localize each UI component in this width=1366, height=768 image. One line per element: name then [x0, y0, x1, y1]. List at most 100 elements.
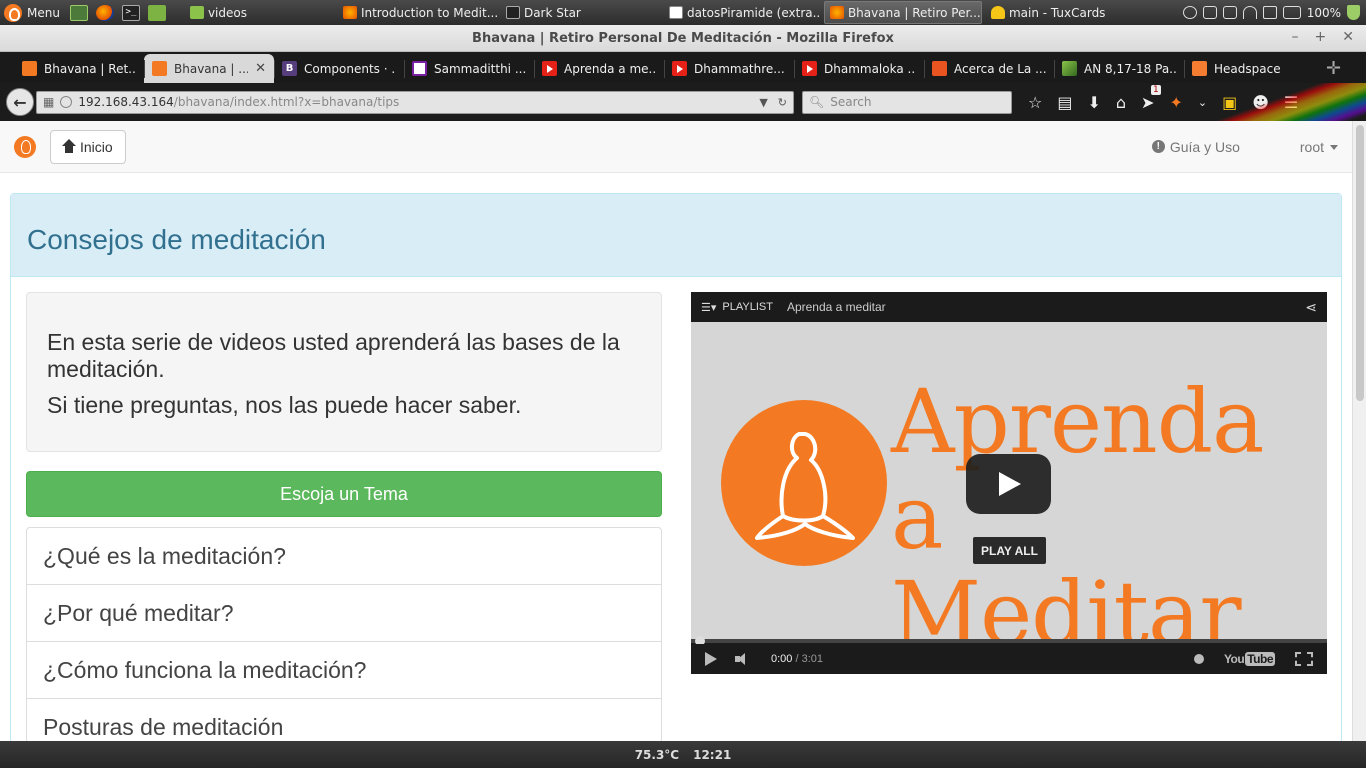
- volume-control-icon[interactable]: [735, 653, 753, 665]
- exclamation-icon: !: [1151, 140, 1165, 153]
- browser-tab-strip: Bhavana | Ret... Bhavana | ... ✕ B Compo…: [0, 52, 1366, 83]
- home-button-label: Inicio: [80, 138, 113, 155]
- reload-icon[interactable]: ↻: [778, 96, 787, 109]
- tab-bootstrap-components[interactable]: B Components · ...: [274, 54, 404, 83]
- extension-menu-icon[interactable]: ⌄: [1198, 96, 1207, 109]
- emoji-icon[interactable]: ☻: [1252, 93, 1269, 112]
- window-titlebar: Bhavana | Retiro Personal De Meditación …: [0, 25, 1366, 52]
- scrollbar-thumb[interactable]: [1356, 125, 1364, 401]
- bhavana-logo-icon[interactable]: [14, 135, 36, 158]
- task-datos-piramide[interactable]: datosPiramide (extra...: [663, 1, 821, 24]
- reading-list-icon[interactable]: ▤: [1057, 93, 1072, 112]
- youtube-favicon-icon: [672, 61, 687, 76]
- video-thumbnail[interactable]: Aprenda a Meditar PLAY ALL: [691, 322, 1327, 639]
- topic-item-como-funciona[interactable]: ¿Cómo funciona la meditación?: [27, 642, 661, 699]
- tab-bhavana-1[interactable]: Bhavana | Ret...: [14, 54, 144, 83]
- tab-label: AN 8,17-18 Pa...: [1084, 61, 1176, 76]
- home-icon[interactable]: ⌂: [1116, 93, 1126, 112]
- play-all-button[interactable]: PLAY ALL: [973, 537, 1046, 564]
- video-time: 0:00 / 3:01: [771, 653, 823, 665]
- back-button[interactable]: ←: [6, 88, 34, 116]
- youtube-embed[interactable]: ☰▾ PLAYLIST Aprenda a meditar ⋖ Aprenda …: [691, 292, 1327, 674]
- notification-badge: 1: [1151, 84, 1161, 95]
- tab-dhammaloka[interactable]: Dhammaloka ...: [794, 54, 924, 83]
- tab-sammaditthi[interactable]: Sammaditthi ...: [404, 54, 534, 83]
- close-tab-icon[interactable]: ✕: [255, 61, 266, 76]
- site-identity-icon[interactable]: ▦: [43, 95, 54, 109]
- tab-dhammathre[interactable]: Dhammathre...: [664, 54, 794, 83]
- video-progress-bar[interactable]: [691, 636, 1327, 646]
- task-dark-star[interactable]: Dark Star: [500, 1, 660, 24]
- intro-text-2: Si tiene preguntas, nos las puede hacer …: [47, 392, 522, 418]
- tab-aprenda-meditar[interactable]: Aprenda a me...: [534, 54, 664, 83]
- file-manager-launcher-icon[interactable]: [147, 4, 166, 21]
- thumbnail-line-1: Aprenda a: [891, 370, 1265, 569]
- tab-bhavana-active[interactable]: Bhavana | ... ✕: [144, 54, 274, 83]
- control-play-icon[interactable]: [705, 652, 717, 666]
- panel-heading: Consejos de meditación: [11, 194, 1341, 277]
- window-title: Bhavana | Retiro Personal De Meditación …: [472, 30, 894, 46]
- caret-down-icon: [1330, 145, 1338, 151]
- search-input[interactable]: 🔍︎ Search: [802, 90, 1012, 114]
- clock[interactable]: 12:21: [693, 748, 731, 762]
- user-dropdown[interactable]: root: [1300, 139, 1338, 155]
- task-bhavana-firefox[interactable]: Bhavana | Retiro Per...: [823, 1, 982, 24]
- tab-acerca-de[interactable]: Acerca de La ...: [924, 54, 1054, 83]
- terminal-launcher-icon[interactable]: >_: [121, 4, 140, 21]
- task-videos[interactable]: videos: [184, 1, 334, 24]
- extension-icon[interactable]: ✦: [1169, 93, 1182, 112]
- play-button[interactable]: [966, 454, 1051, 514]
- system-monitor-icon[interactable]: [69, 4, 88, 21]
- clipboard-icon[interactable]: [1202, 6, 1217, 19]
- url-dropdown-icon[interactable]: ▼: [759, 96, 767, 109]
- page-scrollbar[interactable]: [1352, 121, 1366, 741]
- firefox-launcher-icon[interactable]: [95, 4, 114, 21]
- url-bar[interactable]: ▦ 192.168.43.164/bhavana/index.html?x=bh…: [36, 90, 794, 114]
- terminal-icon: [505, 6, 520, 19]
- playlist-button[interactable]: ☰▾ PLAYLIST: [701, 301, 773, 314]
- task-label: main - TuxCards: [1008, 5, 1106, 20]
- new-tab-icon[interactable]: ✛: [1326, 58, 1341, 83]
- maximize-icon[interactable]: +: [1315, 29, 1327, 45]
- volume-icon[interactable]: [1262, 6, 1277, 19]
- update-icon[interactable]: [1222, 6, 1237, 19]
- tab-label: Dhammathre...: [694, 61, 785, 76]
- tab-label: Sammaditthi ...: [434, 61, 526, 76]
- topic-item-que-es[interactable]: ¿Qué es la meditación?: [27, 528, 661, 585]
- help-link[interactable]: ! Guía y Uso: [1151, 139, 1240, 155]
- video-title[interactable]: Aprenda a meditar: [787, 300, 886, 314]
- minimize-icon[interactable]: –: [1292, 29, 1299, 45]
- tab-an-8-17[interactable]: AN 8,17-18 Pa...: [1054, 54, 1184, 83]
- battery-icon[interactable]: [1282, 6, 1301, 19]
- wifi-icon[interactable]: [1242, 6, 1257, 19]
- download-icon[interactable]: ⬇: [1087, 93, 1100, 112]
- send-icon[interactable]: ➤ 1: [1141, 84, 1161, 112]
- bhavana-favicon-icon: [152, 61, 167, 76]
- choose-topic-button[interactable]: Escoja un Tema: [26, 471, 662, 517]
- hamburger-menu-icon[interactable]: ☰: [1284, 93, 1298, 112]
- share-icon[interactable]: ⋖: [1305, 299, 1317, 316]
- page-content: Inicio ! Guía y Uso root Consejos de med…: [0, 121, 1352, 741]
- video-top-bar: ☰▾ PLAYLIST Aprenda a meditar ⋖: [691, 292, 1327, 322]
- shield-icon[interactable]: [1347, 5, 1360, 20]
- url-path: /bhavana/index.html?x=bhavana/tips: [173, 95, 400, 109]
- close-window-icon[interactable]: ✕: [1342, 29, 1354, 45]
- user-icon[interactable]: [1182, 6, 1197, 19]
- folder-icon: [189, 6, 204, 19]
- tab-headspace[interactable]: Headspace: [1184, 54, 1314, 83]
- watch-later-icon[interactable]: [1193, 654, 1204, 664]
- task-tuxcards[interactable]: main - TuxCards: [985, 1, 1143, 24]
- topic-item-posturas[interactable]: Posturas de meditación: [27, 699, 661, 741]
- bookmark-star-icon[interactable]: ☆: [1028, 93, 1042, 112]
- topic-item-por-que[interactable]: ¿Por qué meditar?: [27, 585, 661, 642]
- youtube-logo[interactable]: You Tube: [1224, 652, 1275, 666]
- home-button[interactable]: Inicio: [50, 129, 126, 164]
- headspace-favicon-icon: [1192, 61, 1207, 76]
- task-label: Introduction to Medit...: [360, 5, 497, 20]
- task-introduction-meditation[interactable]: Introduction to Medit...: [337, 1, 497, 24]
- fullscreen-icon[interactable]: [1295, 652, 1313, 666]
- notes-icon[interactable]: ▣: [1222, 93, 1237, 112]
- meditator-logo-icon: [721, 400, 887, 566]
- start-menu-button[interactable]: Menu: [0, 0, 66, 25]
- tab-label: Components · ...: [304, 61, 396, 76]
